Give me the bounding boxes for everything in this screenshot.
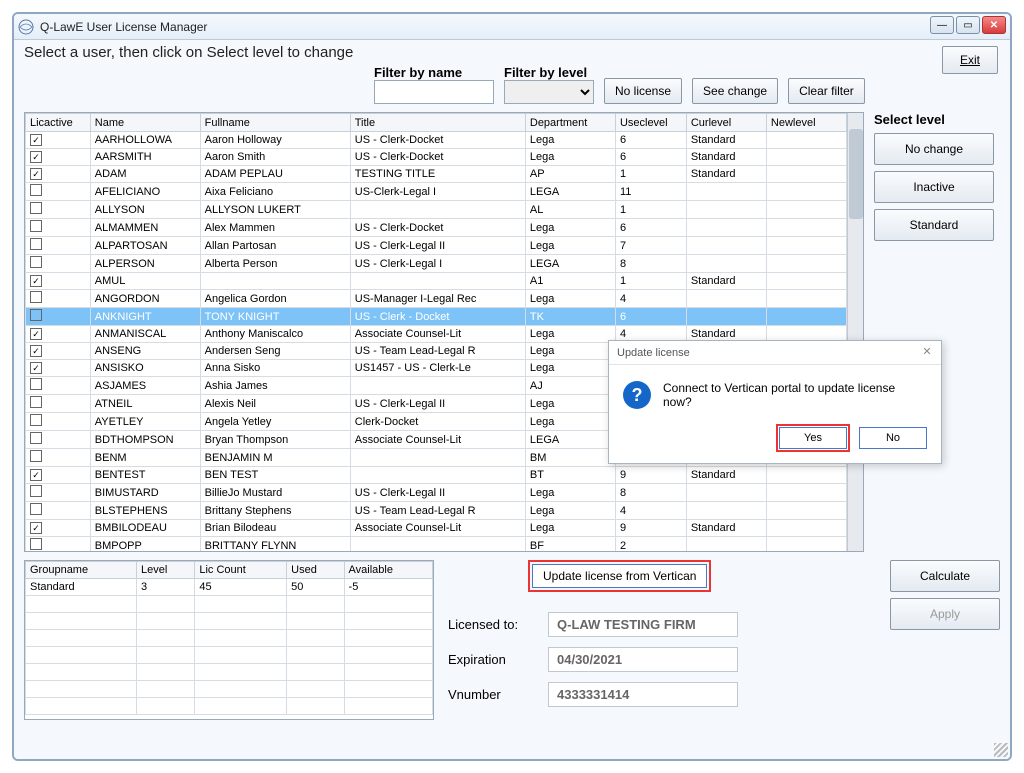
standard-button[interactable]: Standard bbox=[874, 209, 994, 241]
column-header[interactable]: Useclevel bbox=[615, 114, 686, 132]
licactive-checkbox[interactable]: ✓ bbox=[30, 151, 42, 163]
licactive-checkbox[interactable] bbox=[30, 309, 42, 321]
resize-grip[interactable] bbox=[994, 743, 1008, 757]
minimize-button[interactable]: — bbox=[930, 16, 954, 34]
licactive-checkbox[interactable]: ✓ bbox=[30, 522, 42, 534]
column-header[interactable]: Name bbox=[90, 114, 200, 132]
group-column-header[interactable]: Lic Count bbox=[195, 562, 287, 579]
column-header[interactable]: Curlevel bbox=[686, 114, 766, 132]
app-icon bbox=[18, 19, 34, 35]
table-row[interactable]: ALLYSONALLYSON LUKERTAL1 bbox=[26, 201, 847, 219]
dialog-close-icon[interactable]: ✕ bbox=[919, 345, 935, 361]
licactive-checkbox[interactable] bbox=[30, 538, 42, 550]
licensed-to-label: Licensed to: bbox=[448, 617, 548, 632]
maximize-button[interactable]: ▭ bbox=[956, 16, 980, 34]
instruction-text: Select a user, then click on Select leve… bbox=[24, 44, 1000, 61]
dialog-title: Update license bbox=[617, 347, 690, 359]
table-row[interactable]: BIMUSTARDBillieJo MustardUS - Clerk-Lega… bbox=[26, 484, 847, 502]
dialog-body-text: Connect to Vertican portal to update lic… bbox=[663, 381, 927, 409]
licactive-checkbox[interactable] bbox=[30, 256, 42, 268]
filter-name-input[interactable] bbox=[374, 80, 494, 104]
table-row[interactable]: ✓AMULA11Standard bbox=[26, 273, 847, 290]
licactive-checkbox[interactable] bbox=[30, 396, 42, 408]
table-row[interactable]: ✓BENTESTBEN TESTBT9Standard bbox=[26, 467, 847, 484]
vnumber-value: 4333331414 bbox=[548, 682, 738, 707]
vnumber-label: Vnumber bbox=[448, 687, 548, 702]
group-column-header[interactable]: Available bbox=[344, 562, 432, 579]
dialog-no-button[interactable]: No bbox=[859, 427, 927, 449]
group-grid[interactable]: GroupnameLevelLic CountUsedAvailableStan… bbox=[24, 560, 434, 720]
update-license-dialog: Update license ✕ ? Connect to Vertican p… bbox=[608, 340, 942, 464]
clear-filter-button[interactable]: Clear filter bbox=[788, 78, 865, 104]
table-row[interactable]: ✓AARSMITHAaron SmithUS - Clerk-DocketLeg… bbox=[26, 149, 847, 166]
window-title: Q-LawE User License Manager bbox=[40, 20, 207, 34]
exit-button[interactable]: Exit bbox=[942, 46, 998, 74]
question-icon: ? bbox=[623, 381, 651, 409]
see-change-button[interactable]: See change bbox=[692, 78, 778, 104]
table-row[interactable]: BMPOPPBRITTANY FLYNNBF2 bbox=[26, 537, 847, 552]
column-header[interactable]: Newlevel bbox=[766, 114, 846, 132]
no-change-button[interactable]: No change bbox=[874, 133, 994, 165]
expiration-label: Expiration bbox=[448, 652, 548, 667]
column-header[interactable]: Department bbox=[525, 114, 615, 132]
update-button-highlight: Update license from Vertican bbox=[528, 560, 711, 592]
licactive-checkbox[interactable] bbox=[30, 202, 42, 214]
user-grid[interactable]: LicactiveNameFullnameTitleDepartmentUsec… bbox=[24, 112, 864, 552]
licactive-checkbox[interactable] bbox=[30, 184, 42, 196]
licactive-checkbox[interactable] bbox=[30, 414, 42, 426]
vertical-scrollbar[interactable] bbox=[847, 113, 863, 551]
group-column-header[interactable]: Level bbox=[136, 562, 194, 579]
update-license-button[interactable]: Update license from Vertican bbox=[532, 564, 707, 588]
group-row[interactable]: Standard34550-5 bbox=[26, 579, 433, 596]
table-row[interactable]: BLSTEPHENSBrittany StephensUS - Team Lea… bbox=[26, 502, 847, 520]
calculate-button[interactable]: Calculate bbox=[890, 560, 1000, 592]
table-row[interactable]: ✓AARHOLLOWAAaron HollowayUS - Clerk-Dock… bbox=[26, 132, 847, 149]
dialog-yes-button[interactable]: Yes bbox=[779, 427, 847, 449]
app-window: Q-LawE User License Manager — ▭ ✕ Exit S… bbox=[12, 12, 1012, 761]
licactive-checkbox[interactable] bbox=[30, 291, 42, 303]
licactive-checkbox[interactable]: ✓ bbox=[30, 469, 42, 481]
filter-name-label: Filter by name bbox=[374, 65, 494, 80]
column-header[interactable]: Licactive bbox=[26, 114, 91, 132]
apply-button[interactable]: Apply bbox=[890, 598, 1000, 630]
table-row[interactable]: ✓ADAMADAM PEPLAUTESTING TITLEAP1Standard bbox=[26, 166, 847, 183]
table-row[interactable]: ALPERSONAlberta PersonUS - Clerk-Legal I… bbox=[26, 255, 847, 273]
licactive-checkbox[interactable]: ✓ bbox=[30, 275, 42, 287]
licactive-checkbox[interactable]: ✓ bbox=[30, 134, 42, 146]
licactive-checkbox[interactable] bbox=[30, 503, 42, 515]
licactive-checkbox[interactable]: ✓ bbox=[30, 328, 42, 340]
table-row[interactable]: ALPARTOSANAllan PartosanUS - Clerk-Legal… bbox=[26, 237, 847, 255]
table-row[interactable]: ✓BMBILODEAUBrian BilodeauAssociate Couns… bbox=[26, 520, 847, 537]
column-header[interactable]: Title bbox=[350, 114, 525, 132]
inactive-button[interactable]: Inactive bbox=[874, 171, 994, 203]
titlebar: Q-LawE User License Manager — ▭ ✕ bbox=[14, 14, 1010, 40]
group-column-header[interactable]: Groupname bbox=[26, 562, 137, 579]
table-row[interactable]: ALMAMMENAlex MammenUS - Clerk-DocketLega… bbox=[26, 219, 847, 237]
table-row[interactable]: ANGORDONAngelica GordonUS-Manager I-Lega… bbox=[26, 290, 847, 308]
licactive-checkbox[interactable] bbox=[30, 238, 42, 250]
licactive-checkbox[interactable] bbox=[30, 378, 42, 390]
licactive-checkbox[interactable] bbox=[30, 450, 42, 462]
table-row[interactable]: AFELICIANOAixa FelicianoUS-Clerk-Legal I… bbox=[26, 183, 847, 201]
licactive-checkbox[interactable]: ✓ bbox=[30, 345, 42, 357]
expiration-value: 04/30/2021 bbox=[548, 647, 738, 672]
licactive-checkbox[interactable] bbox=[30, 220, 42, 232]
filter-level-select[interactable] bbox=[504, 80, 594, 104]
licactive-checkbox[interactable] bbox=[30, 485, 42, 497]
filter-level-label: Filter by level bbox=[504, 65, 594, 80]
table-row[interactable]: ANKNIGHTTONY KNIGHTUS - Clerk - DocketTK… bbox=[26, 308, 847, 326]
licactive-checkbox[interactable]: ✓ bbox=[30, 362, 42, 374]
select-level-title: Select level bbox=[874, 112, 994, 127]
licactive-checkbox[interactable]: ✓ bbox=[30, 168, 42, 180]
licactive-checkbox[interactable] bbox=[30, 432, 42, 444]
licensed-to-value: Q-LAW TESTING FIRM bbox=[548, 612, 738, 637]
group-column-header[interactable]: Used bbox=[287, 562, 344, 579]
no-license-button[interactable]: No license bbox=[604, 78, 682, 104]
column-header[interactable]: Fullname bbox=[200, 114, 350, 132]
close-button[interactable]: ✕ bbox=[982, 16, 1006, 34]
